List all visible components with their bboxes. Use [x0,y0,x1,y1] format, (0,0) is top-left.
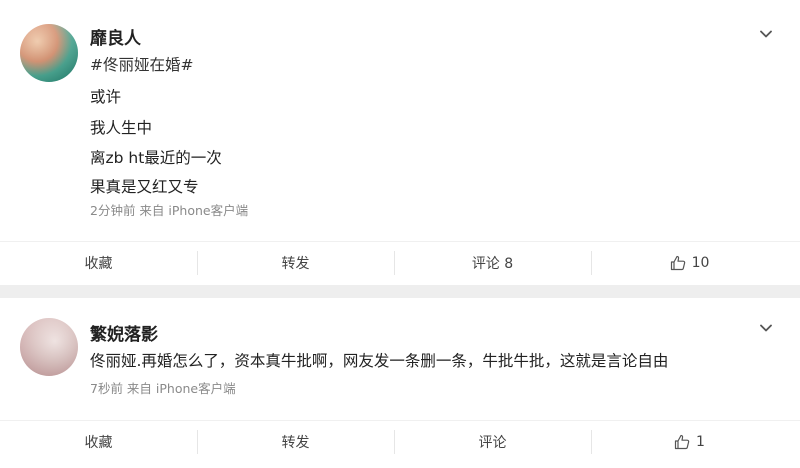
like-count: 10 [691,255,710,271]
repost-button[interactable]: 转发 [197,422,394,462]
username[interactable]: 靡良人 [90,24,141,49]
repost-label: 转发 [281,256,310,272]
post-text-line: 佟丽娅.再婚怎么了，资本真牛批啊，网友发一条删一条，牛批牛批，这就是言论自由 [90,352,669,370]
like-count: 1 [696,434,705,450]
action-bar: 收藏 转发 评论 8 10 [0,241,800,283]
post-text-line: 离zb ht最近的一次 [90,149,222,167]
repost-button[interactable]: 转发 [197,243,394,283]
like-button[interactable]: 1 [591,422,788,462]
post-card: 靡良人 #佟丽娅在婚# 或许 我人生中 离zb ht最近的一次 果真是又红又专 … [0,0,800,285]
comment-button[interactable]: 评论 8 [394,243,591,283]
favorite-label: 收藏 [84,256,113,272]
post-text-line: 或许 [90,88,122,106]
chevron-down-icon[interactable] [758,320,774,336]
post-meta: 7秒前 来自 iPhone客户端 [90,381,236,396]
avatar[interactable] [20,318,78,376]
action-bar: 收藏 转发 评论 1 [0,420,800,462]
thumbs-up-icon [670,255,685,271]
favorite-button[interactable]: 收藏 [0,422,197,462]
divider [0,241,800,242]
avatar[interactable] [20,24,78,82]
divider [0,420,800,421]
favorite-button[interactable]: 收藏 [0,243,197,283]
comment-label: 评论 [478,435,507,451]
hashtag-line[interactable]: #佟丽娅在婚# [90,53,193,75]
post-text-line: 果真是又红又专 [90,178,199,196]
favorite-label: 收藏 [84,435,113,451]
comment-button[interactable]: 评论 [394,422,591,462]
post-text-line: 我人生中 [90,119,153,137]
post-meta: 2分钟前 来自 iPhone客户端 [90,203,249,218]
repost-label: 转发 [281,435,310,451]
post-card: 繁婗落影 佟丽娅.再婚怎么了，资本真牛批啊，网友发一条删一条，牛批牛批，这就是言… [0,298,800,468]
chevron-down-icon[interactable] [758,26,774,42]
comment-label: 评论 8 [471,256,514,272]
like-button[interactable]: 10 [591,243,788,283]
thumbs-up-icon [674,434,690,450]
username[interactable]: 繁婗落影 [90,320,158,345]
